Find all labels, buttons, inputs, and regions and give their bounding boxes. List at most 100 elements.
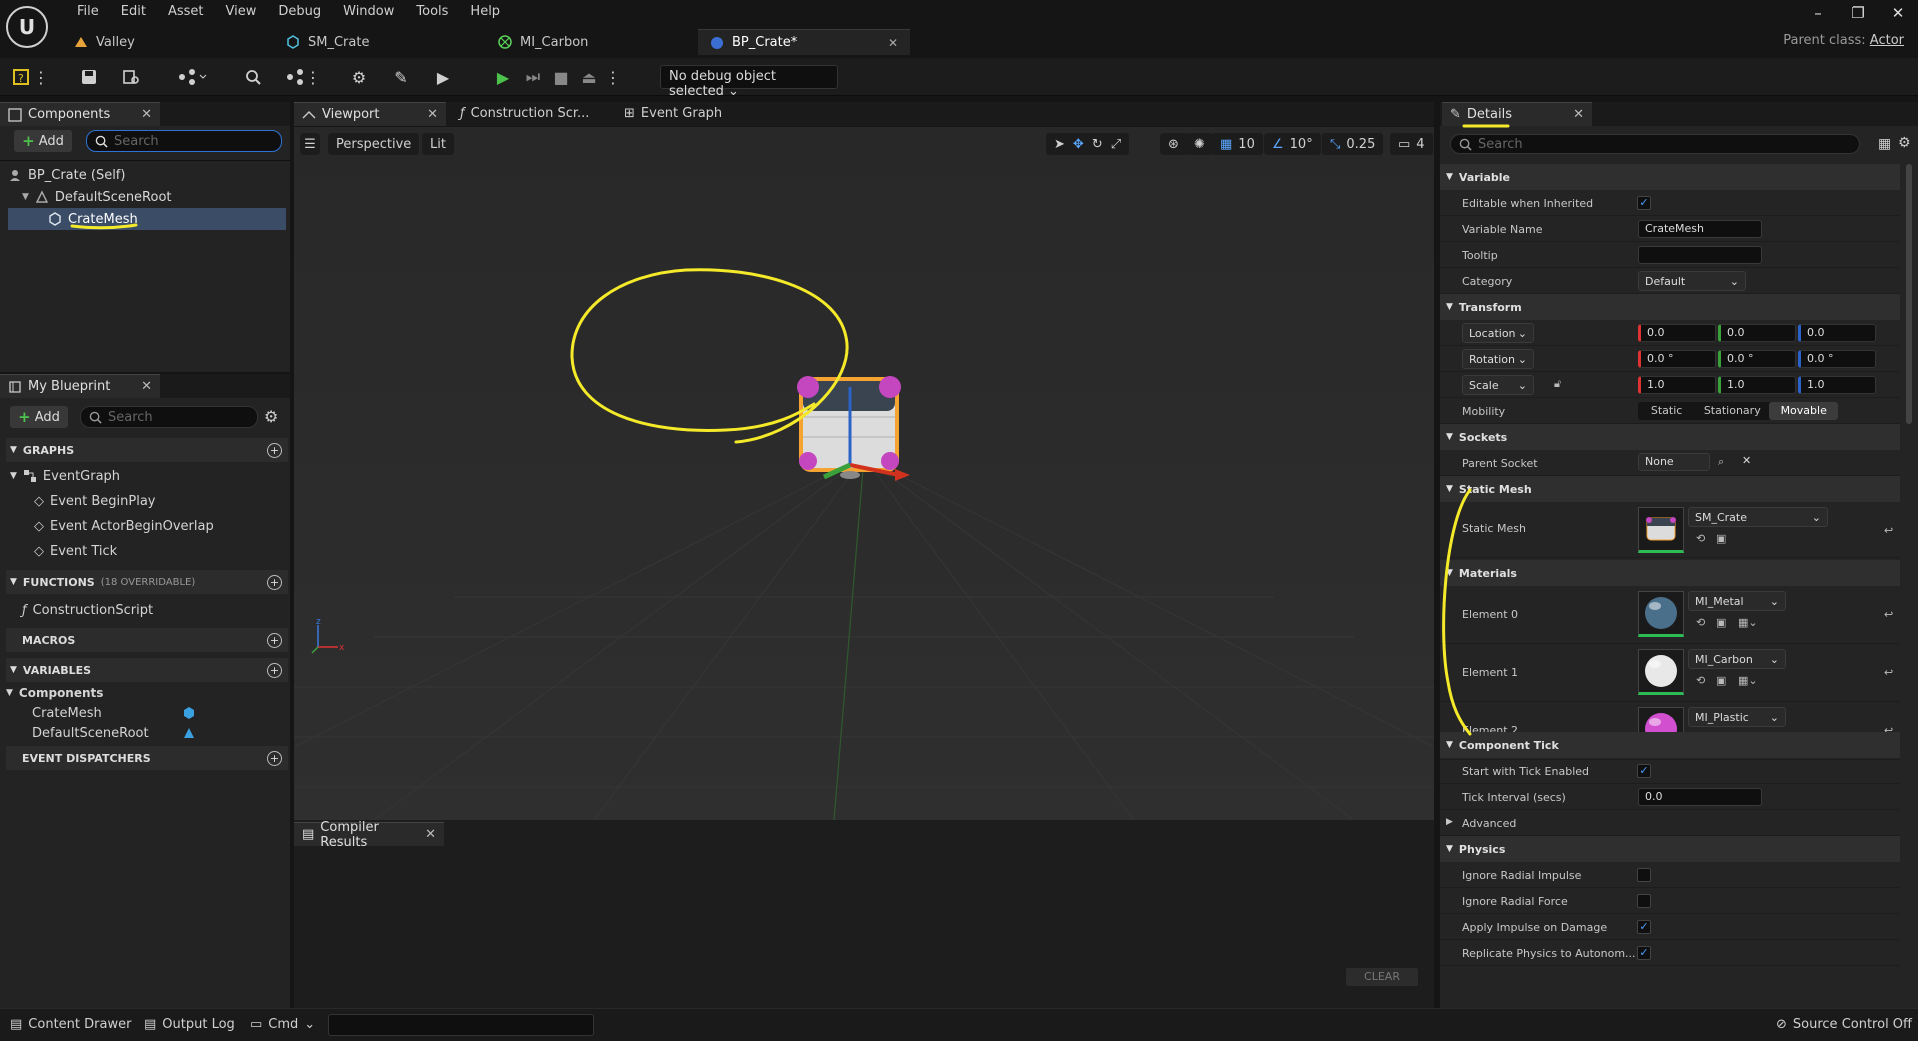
close-icon[interactable]: ✕: [425, 827, 436, 842]
source-control-button[interactable]: ⊘ Source Control Off: [1776, 1017, 1912, 1032]
doc-tab-mi-carbon[interactable]: MI_Carbon: [486, 29, 698, 55]
section-physics[interactable]: ▼ Physics: [1440, 836, 1900, 862]
diff-icon[interactable]: [172, 65, 212, 89]
variable-defaultsceneroot[interactable]: DefaultSceneRoot: [32, 723, 202, 743]
material-select[interactable]: MI_Plastic ⌄: [1688, 707, 1786, 727]
perspective-button[interactable]: Perspective: [328, 133, 420, 155]
mobility-static[interactable]: Static: [1638, 402, 1695, 420]
class-defaults-icon[interactable]: ✎: [388, 65, 414, 89]
browse-icon[interactable]: ▣: [1716, 616, 1726, 629]
surface-snap-icon[interactable]: ✺: [1186, 133, 1213, 155]
category-select[interactable]: Default ⌄: [1638, 271, 1746, 291]
browse-icon[interactable]: ▣: [1716, 532, 1726, 545]
section-component-tick[interactable]: ▼ Component Tick: [1440, 732, 1900, 758]
rotation-snap-toggle[interactable]: ∠ 10°: [1264, 133, 1321, 155]
compile-icon[interactable]: ?: [8, 65, 34, 89]
material-thumbnail[interactable]: [1638, 649, 1684, 695]
menu-file[interactable]: File: [66, 3, 110, 21]
menu-edit[interactable]: Edit: [110, 3, 157, 21]
static-mesh-thumbnail[interactable]: [1638, 507, 1684, 553]
rotate-icon[interactable]: ↻: [1092, 137, 1103, 152]
physics-checkbox[interactable]: [1637, 894, 1651, 908]
add-dispatcher-icon[interactable]: +: [267, 750, 282, 766]
event-actorbeginoverlap[interactable]: ◇ Event ActorBeginOverlap: [34, 516, 214, 536]
location-y-input[interactable]: 0.0: [1718, 324, 1796, 342]
restore-button[interactable]: ❐: [1838, 4, 1878, 22]
viewport-menu-icon[interactable]: ☰: [300, 133, 320, 155]
mobility-movable[interactable]: Movable: [1769, 402, 1838, 420]
menu-debug[interactable]: Debug: [267, 3, 332, 21]
material-thumbnail[interactable]: [1638, 591, 1684, 637]
variable-name-input[interactable]: CrateMesh: [1638, 220, 1762, 238]
menu-tools[interactable]: Tools: [405, 3, 459, 21]
cmd-select[interactable]: ▭ Cmd ⌄: [250, 1017, 315, 1032]
collapse-arrow-icon[interactable]: ▼: [22, 192, 29, 202]
doc-tab-bp-crate[interactable]: BP_Crate* ✕: [698, 29, 910, 55]
checker-icon[interactable]: ▦⌄: [1738, 674, 1758, 687]
rotation-x-input[interactable]: 0.0 °: [1638, 350, 1716, 368]
tick-enabled-checkbox[interactable]: ✓: [1637, 764, 1651, 778]
translate-icon[interactable]: ✥: [1073, 137, 1084, 152]
tab-viewport[interactable]: Viewport ✕: [294, 102, 446, 126]
tick-interval-input[interactable]: 0.0: [1638, 788, 1762, 806]
rotation-mode-select[interactable]: Rotation ⌄: [1462, 349, 1534, 369]
tree-item-cratemesh[interactable]: CrateMesh: [8, 208, 286, 230]
tab-components[interactable]: Components ✕: [0, 102, 160, 126]
menu-help[interactable]: Help: [459, 3, 511, 21]
section-transform[interactable]: ▼ Transform: [1440, 294, 1900, 320]
doc-tab-valley[interactable]: Valley: [62, 29, 274, 55]
section-event-dispatchers[interactable]: EVENT DISPATCHERS +: [6, 746, 288, 770]
camera-speed-button[interactable]: ▭ 4: [1390, 133, 1433, 155]
details-search-input[interactable]: Search: [1450, 134, 1860, 154]
clear-button[interactable]: CLEAR: [1346, 968, 1418, 986]
material-select[interactable]: MI_Metal ⌄: [1688, 591, 1786, 611]
variable-group-components[interactable]: ▼ Components: [6, 683, 103, 703]
location-x-input[interactable]: 0.0: [1638, 324, 1716, 342]
tab-construction-script[interactable]: ƒ Construction Scr...: [460, 106, 589, 121]
reset-icon[interactable]: ↩: [1884, 524, 1893, 537]
rotation-z-input[interactable]: 0.0 °: [1798, 350, 1876, 368]
gear-icon[interactable]: ⚙: [264, 407, 278, 426]
world-local-icon[interactable]: ⊛: [1160, 133, 1187, 155]
add-variable-icon[interactable]: +: [267, 662, 282, 678]
tab-event-graph[interactable]: ⊞ Event Graph: [624, 106, 722, 121]
reset-icon[interactable]: ↩: [1884, 666, 1893, 679]
close-icon[interactable]: ✕: [141, 107, 152, 122]
tree-item-defaultsceneroot[interactable]: ▼ DefaultSceneRoot: [8, 186, 286, 208]
scale-z-input[interactable]: 1.0: [1798, 376, 1876, 394]
static-mesh-select[interactable]: SM_Crate ⌄: [1688, 507, 1828, 527]
tab-my-blueprint[interactable]: My Blueprint ✕: [0, 374, 160, 398]
close-icon[interactable]: ✕: [141, 379, 152, 394]
blueprint-search-input[interactable]: Search: [80, 406, 258, 428]
physics-checkbox[interactable]: [1637, 868, 1651, 882]
clear-icon[interactable]: ✕: [1742, 454, 1751, 467]
tooltip-input[interactable]: [1638, 246, 1762, 264]
graph-eventgraph[interactable]: ▼ EventGraph: [10, 466, 120, 486]
step-icon[interactable]: ⏭: [520, 65, 546, 89]
minimize-button[interactable]: –: [1798, 4, 1838, 22]
reset-icon[interactable]: ↩: [1884, 608, 1893, 621]
gear-icon[interactable]: ⚙: [1898, 135, 1911, 151]
scale-icon[interactable]: ⤢: [1111, 137, 1121, 152]
more-options-icon[interactable]: ⋮: [605, 65, 621, 89]
use-selected-icon[interactable]: ⟲: [1696, 616, 1705, 629]
browse-icon[interactable]: ▣: [1716, 674, 1726, 687]
use-selected-icon[interactable]: ⟲: [1696, 532, 1705, 545]
menu-view[interactable]: View: [215, 3, 268, 21]
stop-icon[interactable]: ■: [548, 65, 574, 89]
class-settings-icon[interactable]: ⚙: [346, 65, 372, 89]
lit-button[interactable]: Lit: [422, 133, 454, 155]
more-options-icon[interactable]: ⋮: [305, 65, 321, 89]
debug-object-select[interactable]: No debug object selected ⌄: [660, 65, 838, 99]
checker-icon[interactable]: ▦⌄: [1738, 616, 1758, 629]
viewport[interactable]: ☰ Perspective Lit ➤ ✥ ↻ ⤢ ⊛ ✺ ▦ 10 ∠ 10°…: [294, 127, 1434, 820]
tab-compiler-results[interactable]: ▤ Compiler Results ✕: [294, 820, 444, 850]
scrollbar[interactable]: [1906, 164, 1912, 424]
event-beginplay[interactable]: ◇ Event BeginPlay: [34, 491, 156, 511]
components-search-input[interactable]: Search: [86, 130, 282, 152]
add-macro-icon[interactable]: +: [267, 632, 282, 648]
simulation-icon[interactable]: ▶: [430, 65, 456, 89]
content-drawer-button[interactable]: ▤ Content Drawer: [10, 1017, 131, 1032]
select-icon[interactable]: ➤: [1054, 137, 1065, 152]
add-component-button[interactable]: + Add: [14, 130, 72, 152]
